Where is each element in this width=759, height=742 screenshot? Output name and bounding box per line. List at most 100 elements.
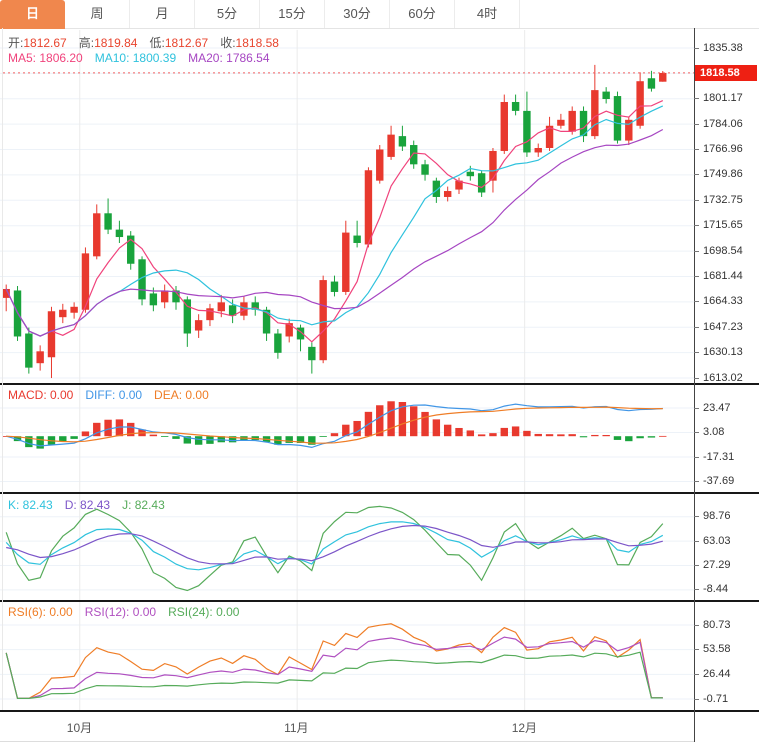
price-axis-border [694,28,695,742]
macd-bar [489,433,497,437]
macd-bar [353,420,361,437]
candle [160,290,169,303]
macd-bar [579,436,588,438]
candle [342,232,350,292]
candle [376,149,384,181]
rsi6-line [5,623,663,700]
month-label: 11月 [284,721,309,735]
candle [398,136,407,147]
timeframe-tab-日[interactable]: 日 [0,0,65,29]
macd-bar [172,436,180,439]
kdj-panel[interactable] [0,494,694,600]
axis-tick-label: 23.47 [694,402,759,415]
candle [421,164,429,175]
candle [410,145,418,165]
macd-bar [330,433,339,437]
axis-tick-label: 53.58 [694,643,759,656]
month-label: 10月 [66,721,93,735]
axis-tick-label: 1784.06 [694,118,759,131]
candle [285,323,293,337]
axis-tick-label: -8.44 [694,583,759,596]
macd-bar [319,436,327,438]
candle [466,171,475,177]
macd-bar [568,434,576,437]
timeframe-tab-30分[interactable]: 30分 [325,0,390,28]
candle [115,229,124,238]
macd-bar [421,411,429,437]
macd-bar [636,436,644,439]
timeframe-tabbar: 日周月 5分 15分 30分 60分 4时 [0,0,759,29]
macd-bar [149,434,158,437]
macd-bar [602,435,610,437]
candle [47,311,56,358]
candle [319,280,327,361]
kline-chart-app: 日周月 5分 15分 30分 60分 4时 开:1812.67 高:1819.84 低:181… [0,0,759,742]
candle [568,110,576,132]
macd-bar [443,424,452,437]
candle [93,213,101,257]
axis-tick-label: 1664.33 [694,295,759,308]
candle [104,213,112,230]
axis-tick-label: 98.76 [694,510,759,523]
time-axis: 10月 11月 12月 [0,712,694,742]
candle [36,351,44,364]
month-label: 12月 [511,721,538,735]
axis-tick-label: 3.08 [694,426,759,439]
candle [353,235,361,243]
k-line [5,521,664,571]
d-line [6,524,663,565]
macd-bar [81,431,90,437]
axis-tick-label: -0.71 [694,693,759,706]
current-price-tag: 1818.58 [695,64,757,81]
timeframe-tab-周[interactable]: 周 [65,0,130,28]
timeframe-tab-60分[interactable]: 60分 [390,0,455,28]
candle [591,90,599,137]
axis-tick-label: 1613.02 [694,372,759,385]
axis-tick-label: 1766.96 [694,143,759,156]
axis-tick-label: 63.03 [694,535,759,548]
macd-bar [455,427,463,437]
candle [602,91,610,100]
macd-bar [36,436,44,449]
candle [511,101,520,111]
macd-bar [557,434,565,437]
axis-tick-label: 1801.17 [694,92,759,105]
candle [194,320,203,331]
axis-tick-label: 1715.65 [694,219,759,232]
candle [647,78,656,89]
macd-bar [104,419,112,437]
main-candlestick-chart[interactable] [0,30,694,383]
axis-tick-label: 26.44 [694,668,759,681]
axis-tick-label: 1835.38 [694,42,759,55]
axis-tick-label: 27.29 [694,559,759,572]
candle [523,110,531,153]
timeframe-tab-15分[interactable]: 15分 [260,0,325,28]
rsi24-line [5,651,663,700]
timeframe-tab-5分[interactable]: 5分 [195,0,260,28]
candle [443,191,452,197]
candle [489,150,497,181]
candle [274,333,282,353]
rsi-panel[interactable] [0,602,694,710]
macd-bar [466,430,475,437]
axis-tick-label: 1749.86 [694,168,759,181]
ma20-line [5,128,664,337]
candle [534,147,542,153]
macd-bar [534,433,542,437]
candle [149,293,158,306]
candle [308,346,316,361]
macd-bar [591,434,599,437]
macd-bar [625,436,633,442]
macd-bar [511,426,520,437]
candle [477,173,486,193]
timeframe-tab-月[interactable]: 月 [130,0,195,28]
macd-bar [659,435,667,437]
macd-panel[interactable] [0,385,694,492]
axis-tick-label: 1630.13 [694,346,759,359]
candle [217,302,225,312]
timeframe-tab-4时[interactable]: 4时 [455,0,520,28]
candle [500,101,508,151]
macd-bar [387,401,395,437]
candle [59,309,67,318]
macd-bar [432,419,441,437]
